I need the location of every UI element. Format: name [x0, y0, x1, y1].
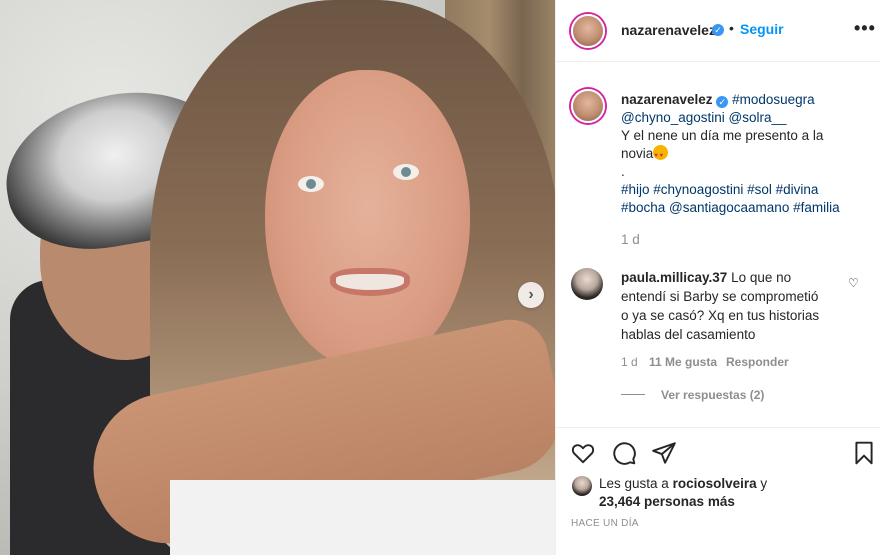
- comment-likes[interactable]: 11 Me gusta: [649, 355, 717, 369]
- bookmark-icon[interactable]: [851, 440, 877, 466]
- likes-suffix: y: [760, 476, 768, 491]
- post-side-panel: nazarenavelez ✓ • Seguir ••• nazarenavel…: [555, 0, 880, 555]
- liker-username[interactable]: rociosolveira: [673, 476, 757, 491]
- photo-eye-right: [393, 164, 419, 180]
- follow-button[interactable]: Seguir: [740, 21, 784, 37]
- comment-icon[interactable]: [611, 440, 637, 466]
- author-avatar[interactable]: [571, 14, 605, 48]
- chevron-right-icon: ›: [528, 286, 534, 303]
- photo-woman-face: [265, 70, 470, 370]
- view-replies-button[interactable]: Ver respuestas (2): [661, 388, 764, 402]
- caption-dot: .: [621, 164, 625, 179]
- replies-divider: [621, 394, 645, 395]
- post-actions: [556, 427, 880, 482]
- separator-dot: •: [729, 20, 734, 36]
- comment-text-2: entendí si Barby se comprometió: [621, 289, 819, 304]
- comment-text-4: hablas del casamiento: [621, 327, 756, 342]
- comment-like-heart-icon[interactable]: ♡: [848, 276, 859, 290]
- commenter-avatar[interactable]: [571, 268, 603, 300]
- more-options-icon[interactable]: •••: [854, 18, 876, 39]
- caption-author-avatar[interactable]: [571, 89, 605, 123]
- photo-mouth: [330, 268, 410, 296]
- post-timestamp[interactable]: HACE UN DÍA: [571, 518, 639, 529]
- comment-line-1: paula.millicay.37 Lo que no: [621, 268, 791, 287]
- reply-button[interactable]: Responder: [726, 355, 789, 369]
- caption-text-2: novia: [621, 145, 669, 165]
- heart-icon[interactable]: [570, 440, 596, 466]
- post-photo[interactable]: [0, 0, 555, 555]
- caption-hashtags-1[interactable]: #hijo #chynoagostini #sol #divina: [621, 181, 818, 199]
- commenter-username[interactable]: paula.millicay.37: [621, 270, 727, 285]
- caption-username[interactable]: nazarenavelez: [621, 92, 713, 107]
- share-icon[interactable]: [651, 440, 677, 466]
- likes-prefix: Les gusta a: [599, 476, 669, 491]
- caption-text-novia: novia: [621, 146, 654, 161]
- heart-eyes-emoji-icon: [653, 145, 669, 165]
- liker-avatar[interactable]: [572, 476, 592, 496]
- caption-time[interactable]: 1 d: [621, 231, 640, 249]
- comment-text-1: Lo que no: [731, 270, 792, 285]
- verified-badge-icon: ✓: [716, 96, 729, 108]
- photo-eye-left: [298, 176, 324, 192]
- comment-text-3: o ya se casó? Xq en tus historias: [621, 308, 820, 323]
- likes-count[interactable]: 23,464 personas más: [599, 494, 735, 509]
- likes-line-1: Les gusta a rociosolveira y: [599, 476, 767, 491]
- hashtag-link[interactable]: #modosuegra: [732, 92, 815, 107]
- post-header: nazarenavelez ✓ • Seguir •••: [556, 0, 880, 62]
- caption-text-1: Y el nene un día me presento a la: [621, 128, 824, 143]
- author-username[interactable]: nazarenavelez: [621, 22, 716, 38]
- caption-line-1: nazarenavelez ✓ #modosuegra: [621, 91, 815, 109]
- next-image-button[interactable]: ›: [518, 282, 544, 308]
- verified-badge-icon: ✓: [712, 24, 724, 36]
- photo-shirt: [170, 480, 555, 555]
- comment-time[interactable]: 1 d: [621, 355, 638, 369]
- caption-hashtags-2[interactable]: #bocha @santiagocaamano #familia: [621, 199, 840, 217]
- caption-mentions[interactable]: @chyno_agostini @solra__: [621, 109, 787, 127]
